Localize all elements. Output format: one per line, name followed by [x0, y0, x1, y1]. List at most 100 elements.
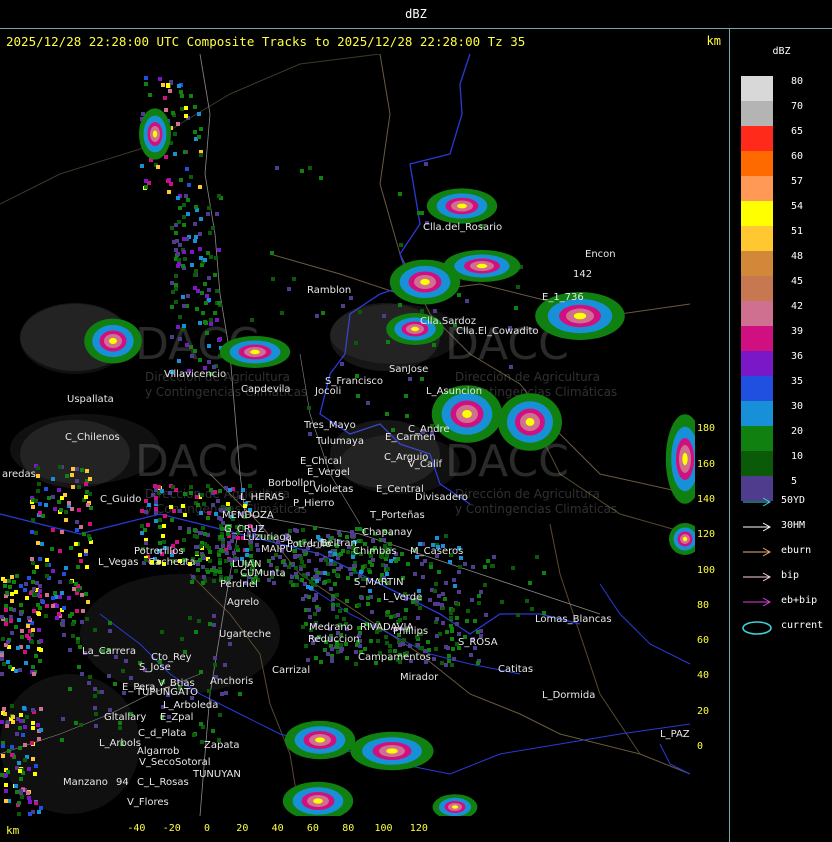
radar-echo-pixel	[182, 250, 186, 254]
radar-echo-pixel	[396, 613, 400, 617]
radar-echo-pixel	[280, 311, 284, 315]
radar-echo-pixel	[79, 723, 83, 727]
place-label: Sotoral	[175, 757, 211, 768]
radar-echo-pixel	[77, 508, 81, 512]
radar-echo-pixel	[205, 544, 209, 548]
radar-echo-pixel	[516, 613, 520, 617]
radar-echo-pixel	[516, 285, 520, 289]
radar-echo-pixel	[19, 713, 23, 717]
radar-echo-pixel	[93, 694, 97, 698]
radar-echo-pixel	[1, 637, 5, 641]
radar-map[interactable]: DACC Dirección de Agricultura y Contingenc…	[0, 54, 695, 816]
radar-echo-pixel	[174, 283, 178, 287]
radar-echo-pixel	[333, 562, 337, 566]
radar-echo-pixel	[4, 799, 8, 803]
radar-echo-pixel	[34, 654, 38, 658]
radar-echo-pixel	[490, 564, 494, 568]
radar-echo-pixel	[45, 558, 49, 562]
radar-echo-pixel	[10, 704, 14, 708]
radar-echo-pixel	[199, 544, 203, 548]
radar-echo-pixel	[27, 767, 31, 771]
track-arrow-icon	[743, 547, 772, 557]
radar-echo-pixel	[293, 554, 297, 558]
radar-echo-pixel	[178, 206, 182, 210]
radar-echo-pixel	[41, 514, 45, 518]
radar-echo-pixel	[386, 610, 390, 614]
radar-echo-pixel	[65, 474, 69, 478]
radar-echo-pixel	[287, 287, 291, 291]
radar-echo-pixel	[213, 273, 217, 277]
track-legend-item: 50YD	[741, 494, 831, 510]
radar-echo-pixel	[444, 581, 448, 585]
legend-value: 10	[791, 451, 804, 462]
radar-echo-pixel	[14, 625, 18, 629]
radar-echo-pixel	[208, 231, 212, 235]
radar-echo-pixel	[88, 522, 92, 526]
radar-echo-pixel	[420, 309, 424, 313]
cell-reflectivity-ring	[420, 278, 430, 286]
current-cell-ellipse-icon	[742, 621, 772, 635]
track-legend-item: current	[741, 619, 831, 635]
radar-echo-pixel	[213, 311, 217, 315]
cell-reflectivity-ring	[573, 312, 587, 320]
radar-echo-pixel	[452, 657, 456, 661]
radar-echo-pixel	[1, 754, 5, 758]
radar-echo-pixel	[335, 573, 339, 577]
radar-echo-pixel	[140, 524, 144, 528]
legend-swatch: 51	[741, 226, 811, 251]
radar-echo-pixel	[158, 77, 162, 81]
watermark-line1: Dirección de Agricultura	[455, 370, 600, 384]
radar-echo-pixel	[0, 672, 4, 676]
radar-echo-pixel	[323, 571, 327, 575]
place-label: C_L_Rosas	[137, 777, 189, 788]
radar-echo-pixel	[238, 692, 242, 696]
radar-echo-pixel	[51, 596, 55, 600]
x-tick-label: 120	[409, 823, 428, 834]
place-label: C_Chilenos	[65, 432, 120, 443]
legend-swatch: 42	[741, 301, 811, 326]
legend-value: 80	[791, 76, 804, 87]
radar-echo-pixel	[535, 555, 539, 559]
radar-echo-pixel	[201, 311, 205, 315]
radar-echo-pixel	[182, 215, 186, 219]
radar-echo-pixel	[31, 518, 35, 522]
radar-echo-pixel	[61, 619, 65, 623]
radar-echo-pixel	[10, 599, 14, 603]
radar-echo-pixel	[465, 299, 469, 303]
place-label: La_Carrera	[82, 646, 137, 657]
radar-echo-pixel	[328, 553, 332, 557]
radar-echo-pixel	[413, 572, 417, 576]
radar-echo-pixel	[444, 534, 448, 538]
radar-echo-pixel	[57, 488, 61, 492]
radar-echo-pixel	[158, 525, 162, 529]
radar-echo-pixel	[514, 306, 518, 310]
radar-echo-pixel	[15, 732, 19, 736]
radar-echo-pixel	[366, 602, 370, 606]
river-line	[599, 583, 691, 665]
legend-color-box	[741, 201, 773, 226]
radar-echo-pixel	[78, 553, 82, 557]
radar-echo-pixel	[441, 592, 445, 596]
radar-echo-pixel	[94, 712, 98, 716]
radar-echo-pixel	[360, 596, 364, 600]
radar-echo-pixel	[171, 111, 175, 115]
radar-echo-pixel	[82, 532, 86, 536]
place-label: TUPUNGATO	[136, 687, 199, 698]
radar-echo-pixel	[167, 190, 171, 194]
place-label: Encon	[585, 249, 616, 260]
radar-echo-pixel	[164, 155, 168, 159]
track-arrow-icon	[743, 572, 772, 582]
radar-echo-pixel	[248, 484, 252, 488]
radar-echo-pixel	[23, 650, 27, 654]
radar-echo-pixel	[31, 810, 35, 814]
radar-echo-pixel	[437, 570, 441, 574]
legend-value: 48	[791, 251, 804, 262]
radar-echo-pixel	[177, 220, 181, 224]
radar-echo-pixel	[53, 507, 57, 511]
place-label: 142	[573, 269, 593, 280]
radar-echo-pixel	[203, 320, 207, 324]
legend-value: 54	[791, 201, 804, 212]
radar-echo-pixel	[453, 584, 457, 588]
radar-echo-pixel	[466, 609, 470, 613]
radar-echo-pixel	[358, 310, 362, 314]
